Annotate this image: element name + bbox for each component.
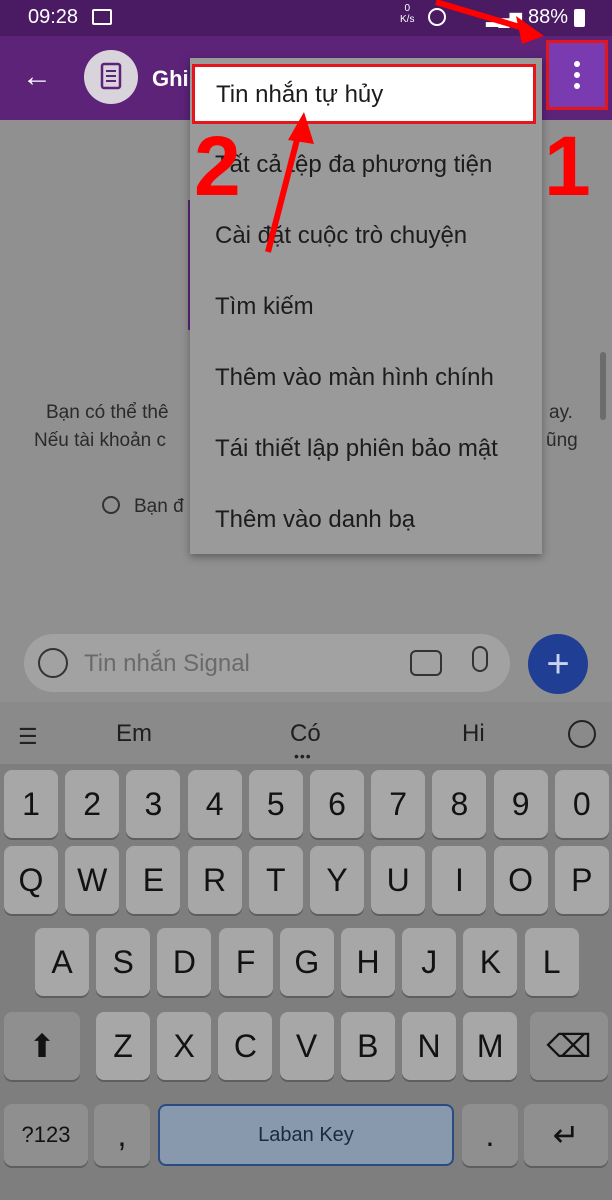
arrow-1-head (516, 16, 544, 44)
plus-icon: + (546, 641, 570, 686)
key-b[interactable]: B (340, 1012, 395, 1080)
key-1[interactable]: 1 (4, 770, 58, 838)
add-attachment-button[interactable]: + (528, 634, 588, 694)
message-composer[interactable]: Tin nhắn Signal (24, 634, 510, 692)
key-2[interactable]: 2 (65, 770, 120, 838)
key-3[interactable]: 3 (126, 770, 181, 838)
key-x[interactable]: X (157, 1012, 212, 1080)
key-l[interactable]: L (524, 928, 579, 996)
key-7[interactable]: 7 (371, 770, 426, 838)
annotation-arrows (265, 0, 544, 253)
key-n[interactable]: N (402, 1012, 456, 1080)
key-q[interactable]: Q (4, 846, 58, 914)
arrow-1-line (435, 0, 531, 33)
timer-icon (102, 496, 120, 514)
key-9[interactable]: 9 (493, 770, 548, 838)
menu-item-reset-session[interactable]: Tái thiết lập phiên bảo mật (190, 413, 542, 484)
key-c[interactable]: C (218, 1012, 273, 1080)
emoji-icon[interactable] (38, 648, 68, 678)
enter-key[interactable]: ↵ (524, 1104, 608, 1166)
microphone-icon[interactable] (472, 646, 488, 672)
key-d[interactable]: D (157, 928, 212, 996)
key-u[interactable]: U (371, 846, 426, 914)
key-i[interactable]: I (432, 846, 487, 914)
key-a[interactable]: A (35, 928, 89, 996)
timer-text: Bạn đ (134, 496, 184, 517)
comma-key[interactable]: , (94, 1104, 150, 1166)
key-z[interactable]: Z (96, 1012, 150, 1080)
key-m[interactable]: M (463, 1012, 518, 1080)
symbols-key[interactable]: ?123 (4, 1104, 88, 1166)
suggestion-1[interactable]: Em (116, 720, 152, 748)
space-key[interactable]: Laban Key (158, 1104, 454, 1166)
key-v[interactable]: V (279, 1012, 334, 1080)
menu-lines-icon[interactable]: ☰ (18, 724, 38, 750)
key-h[interactable]: H (341, 928, 395, 996)
intro-text-line2-left: Nếu tài khoản c (34, 430, 167, 451)
more-suggestions-icon[interactable]: ••• (294, 748, 312, 764)
intro-text-line1-right: ay. (549, 402, 573, 423)
backspace-key[interactable]: ⌫ (530, 1012, 608, 1080)
key-f[interactable]: F (218, 928, 273, 996)
key-6[interactable]: 6 (310, 770, 364, 838)
suggestion-3[interactable]: Hi (462, 720, 485, 748)
intro-text-line2-right: ũng (546, 430, 578, 451)
key-p[interactable]: P (554, 846, 609, 914)
key-5[interactable]: 5 (248, 770, 303, 838)
scrollbar[interactable] (600, 352, 606, 420)
suggestion-bar: ☰ Em Có ••• Hi (0, 702, 612, 764)
arrow-2-head (288, 112, 314, 144)
key-8[interactable]: 8 (432, 770, 487, 838)
key-k[interactable]: K (463, 928, 518, 996)
emoji-keyboard-icon[interactable] (568, 720, 596, 748)
key-0[interactable]: 0 (554, 770, 609, 838)
key-s[interactable]: S (96, 928, 151, 996)
message-input[interactable]: Tin nhắn Signal (84, 650, 250, 678)
key-o[interactable]: O (493, 846, 548, 914)
key-r[interactable]: R (187, 846, 242, 914)
key-e[interactable]: E (126, 846, 181, 914)
key-y[interactable]: Y (310, 846, 364, 914)
suggestion-2[interactable]: Có (290, 720, 321, 748)
camera-icon[interactable] (410, 650, 442, 676)
key-t[interactable]: T (248, 846, 303, 914)
menu-item-add-to-contacts[interactable]: Thêm vào danh bạ (190, 484, 542, 555)
key-w[interactable]: W (65, 846, 120, 914)
intro-text-line1-left: Bạn có thể thê (46, 402, 169, 423)
period-key[interactable]: . (462, 1104, 518, 1166)
key-j[interactable]: J (402, 928, 457, 996)
arrow-2-line (265, 127, 303, 253)
key-4[interactable]: 4 (187, 770, 242, 838)
menu-item-add-to-home[interactable]: Thêm vào màn hình chính (190, 342, 542, 413)
key-g[interactable]: G (279, 928, 334, 996)
shift-key[interactable]: ⬆ (4, 1012, 80, 1080)
